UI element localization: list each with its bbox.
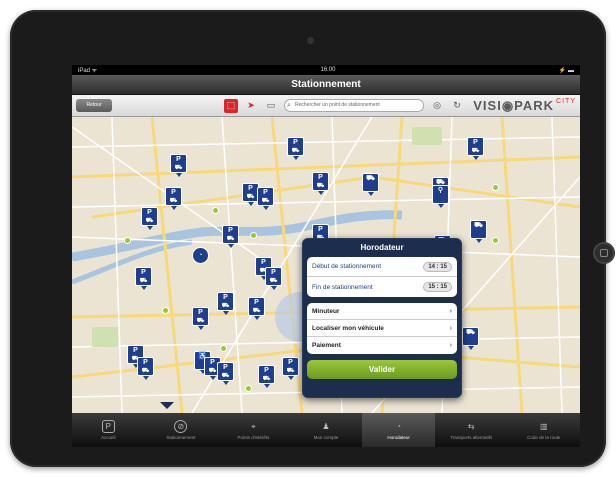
poi-dot[interactable] — [220, 345, 227, 352]
target-icon[interactable]: ◎ — [430, 99, 444, 113]
tab-transports[interactable]: ⇆ Transports alternatifs — [435, 413, 508, 447]
page-title: Stationnement — [72, 75, 580, 95]
clock-icon: ◔ — [396, 422, 402, 431]
ipad-device: iPad ᯤ 16:00 ⚡ ▬ Stationnement Retour ⬚ … — [10, 10, 615, 467]
parking-pin[interactable]: P⛟ — [265, 267, 282, 290]
parking-pin[interactable]: P⛟ — [137, 357, 154, 380]
horodateur-popup: Horodateur Début de stationnement 14 : 1… — [302, 238, 462, 398]
timer-marker[interactable]: ◔ — [192, 247, 209, 264]
parking-sign-icon[interactable]: ⬚ — [224, 98, 238, 113]
tab-bar: P Accueil ⊘ Stationnement ⌖ Points d'int… — [72, 413, 580, 447]
carrier-label: iPad ᯤ — [78, 68, 98, 74]
back-button[interactable]: Retour — [76, 99, 112, 112]
chevron-right-icon: › — [449, 307, 452, 315]
search-input[interactable]: Rechercher un point de stationnement — [284, 99, 424, 112]
status-bar: iPad ᯤ 16:00 ⚡ ▬ — [72, 65, 580, 75]
end-time-value[interactable]: 15 : 15 — [423, 282, 452, 292]
parking-pin[interactable]: P⛟ — [257, 187, 274, 210]
start-time-value[interactable]: 14 : 15 — [423, 261, 452, 272]
parking-pin[interactable]: P⛟ — [222, 225, 239, 248]
tab-code-route[interactable]: ▥ Code de la route — [507, 413, 580, 447]
poi-dot[interactable] — [492, 237, 499, 244]
horodateur-menu: Minuteur › Localiser mon véhicule › Paieme… — [307, 303, 457, 354]
start-time-row[interactable]: Début de stationnement 14 : 15 — [307, 257, 457, 277]
poi-dot[interactable] — [124, 237, 131, 244]
book-icon: ▥ — [539, 422, 548, 431]
status-time: 16:00 — [320, 67, 336, 73]
refresh-icon[interactable]: ↻ — [450, 99, 464, 113]
chevron-right-icon: › — [449, 342, 452, 349]
parking-pin[interactable]: P⛟ — [248, 297, 265, 320]
map-icon[interactable]: ▭ — [264, 99, 278, 113]
parking-pin[interactable]: P⛟ — [192, 307, 209, 330]
transport-icon: ⇆ — [467, 422, 475, 431]
parking-pin[interactable]: P⛟ — [312, 172, 329, 195]
tab-stationnement[interactable]: ⊘ Stationnement — [145, 413, 218, 447]
tab-accueil[interactable]: P Accueil — [72, 413, 145, 447]
user-icon: ♟ — [322, 422, 330, 431]
poi-dot[interactable] — [245, 385, 252, 392]
time-card: Début de stationnement 14 : 15 Fin de st… — [307, 257, 457, 297]
poi-dot[interactable] — [212, 207, 219, 214]
battery-indicator: ⚡ ▬ — [558, 67, 574, 74]
parking-pin[interactable]: P⛟ — [135, 267, 152, 290]
chevron-right-icon: › — [449, 324, 452, 332]
popup-title: Horodateur — [360, 243, 404, 252]
location-pin-icon: ⌖ — [251, 421, 256, 431]
location-arrow-icon[interactable]: ➤ — [244, 99, 258, 113]
parking-icon: P — [101, 420, 115, 433]
parking-pin[interactable]: P⛟ — [217, 292, 234, 315]
no-parking-icon: ⊘ — [174, 420, 188, 433]
tab-mon-compte[interactable]: ♟ Mon compte — [290, 413, 363, 447]
truck-pin[interactable]: ⛟ — [470, 220, 487, 243]
home-button[interactable] — [593, 242, 615, 264]
menu-item-paiement[interactable]: Paiement › — [307, 337, 457, 354]
truck-pin[interactable]: ⛟ — [362, 173, 379, 196]
tab-horodateur[interactable]: ◔ Horodateur — [362, 413, 435, 447]
camera — [307, 37, 314, 44]
app-screen: iPad ᯤ 16:00 ⚡ ▬ Stationnement Retour ⬚ … — [72, 65, 580, 447]
menu-item-minuteur[interactable]: Minuteur › — [307, 303, 457, 320]
parking-pin[interactable]: P⛟ — [282, 357, 299, 380]
menu-item-localiser[interactable]: Localiser mon véhicule › — [307, 320, 457, 337]
truck-pin[interactable]: ⛟ — [462, 327, 479, 350]
poi-dot[interactable] — [250, 232, 257, 239]
end-time-row[interactable]: Fin de stationnement 15 : 15 — [307, 277, 457, 297]
tab-points-interets[interactable]: ⌖ Points d'intérêts — [217, 413, 290, 447]
parking-pin[interactable]: P⛟ — [467, 137, 484, 160]
logo: VISI◉PARK CITY — [473, 97, 576, 113]
parking-pin[interactable]: P⛟ — [141, 207, 158, 230]
parking-pin[interactable]: P⛟ — [258, 365, 275, 388]
start-time-label: Début de stationnement — [312, 263, 382, 270]
map-toolbar: Retour ⬚ ➤ ▭ Rechercher un point de stat… — [72, 95, 580, 117]
parking-pin[interactable]: P⛟ — [170, 154, 187, 177]
poi-dot[interactable] — [492, 184, 499, 191]
poi-dot[interactable] — [162, 307, 169, 314]
popup-arrow — [160, 402, 174, 409]
parking-pin[interactable]: P⛟ — [217, 362, 234, 385]
parking-pin[interactable]: P⛟ — [165, 187, 182, 210]
validate-button[interactable]: Valider — [307, 360, 457, 379]
parking-pin[interactable]: P⛟ — [287, 137, 304, 160]
end-time-label: Fin de stationnement — [312, 283, 373, 291]
bike-pin[interactable]: ⚲ — [432, 185, 449, 208]
